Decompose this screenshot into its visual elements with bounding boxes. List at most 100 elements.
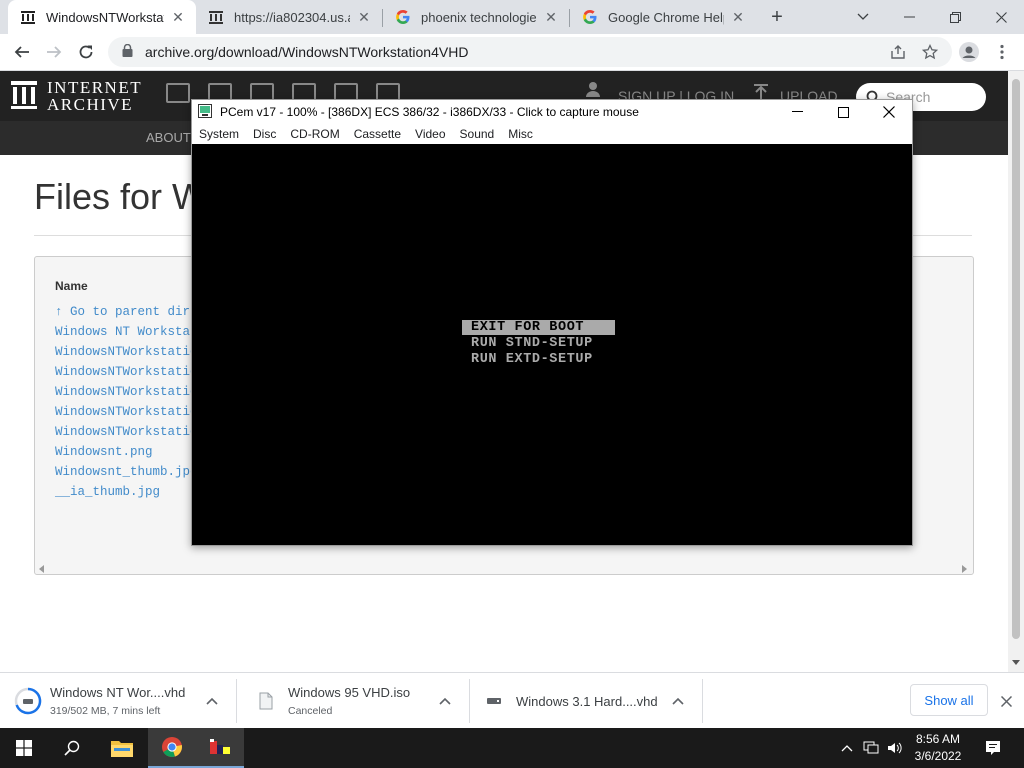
download-item-windows-31[interactable]: Windows 3.1 Hard....vhd bbox=[480, 673, 658, 729]
browser-tab-strip: WindowsNTWorkstatio ✕ https://ia802304.u… bbox=[0, 0, 1024, 34]
file-link[interactable]: WindowsNTWorkstatio bbox=[55, 343, 198, 363]
tab-ia802304[interactable]: https://ia802304.us.arc ✕ bbox=[196, 0, 382, 34]
scroll-left-icon[interactable] bbox=[39, 561, 45, 576]
web-nav-icon[interactable] bbox=[166, 83, 190, 103]
close-shelf-icon[interactable] bbox=[996, 691, 1016, 711]
tab-windowsnt-workstation[interactable]: WindowsNTWorkstatio ✕ bbox=[8, 0, 196, 34]
restore-icon[interactable] bbox=[932, 0, 978, 34]
chevron-up-icon[interactable] bbox=[437, 693, 453, 709]
download-progress-icon bbox=[14, 687, 42, 715]
download-separator bbox=[702, 679, 703, 723]
lock-icon bbox=[122, 43, 133, 60]
pcem-window-title: PCem v17 - 100% - [386DX] ECS 386/32 - i… bbox=[220, 105, 639, 119]
volume-icon[interactable] bbox=[886, 739, 904, 757]
new-tab-button[interactable]: + bbox=[762, 0, 792, 34]
boot-option-run-stnd-setup[interactable]: RUN STND-SETUP bbox=[462, 336, 615, 351]
column-header-name[interactable]: Name bbox=[55, 279, 88, 293]
menu-misc[interactable]: Misc bbox=[501, 127, 540, 141]
file-link[interactable]: WindowsNTWorkstatio bbox=[55, 423, 198, 443]
download-item-windows-95[interactable]: Windows 95 VHD.iso Canceled bbox=[252, 673, 410, 729]
pcem-app-icon bbox=[198, 103, 212, 121]
emulator-screen[interactable]: EXIT FOR BOOT RUN STND-SETUP RUN EXTD-SE… bbox=[192, 144, 912, 545]
bookmark-star-icon[interactable] bbox=[916, 38, 944, 66]
download-filename: Windows NT Wor....vhd bbox=[50, 685, 186, 700]
back-icon[interactable] bbox=[8, 38, 36, 66]
tab-close-icon[interactable]: ✕ bbox=[170, 9, 186, 25]
clock-time: 8:56 AM bbox=[915, 732, 961, 746]
menu-system[interactable]: System bbox=[192, 127, 246, 141]
share-icon[interactable] bbox=[884, 38, 912, 66]
tab-title: phoenix technologies l bbox=[421, 9, 537, 25]
network-icon[interactable] bbox=[862, 739, 880, 757]
pcem-close-icon[interactable] bbox=[866, 100, 912, 124]
about-link[interactable]: ABOUT bbox=[146, 130, 191, 145]
tab-phoenix-technologies[interactable]: phoenix technologies l ✕ bbox=[383, 0, 569, 34]
file-link[interactable]: Windowsnt.png bbox=[55, 443, 198, 463]
file-link[interactable]: WindowsNTWorkstatio bbox=[55, 383, 198, 403]
search-icon[interactable] bbox=[48, 728, 96, 768]
tab-close-icon[interactable]: ✕ bbox=[543, 9, 559, 25]
system-clock[interactable]: 8:56 AM 3/6/2022 bbox=[905, 731, 971, 765]
horizontal-scrollbar[interactable] bbox=[35, 558, 973, 574]
file-link[interactable]: WindowsNTWorkstatio bbox=[55, 403, 198, 423]
clock-date: 3/6/2022 bbox=[914, 749, 962, 763]
file-link[interactable]: __ia_thumb.jpg bbox=[55, 483, 198, 503]
profile-avatar-icon[interactable] bbox=[955, 38, 983, 66]
file-link[interactable]: Windowsnt_thumb.jpg bbox=[55, 463, 198, 483]
boot-option-run-extd-setup[interactable]: RUN EXTD-SETUP bbox=[462, 352, 615, 367]
chevron-up-icon[interactable] bbox=[670, 693, 686, 709]
tray-chevron-up-icon[interactable] bbox=[838, 739, 856, 757]
file-link[interactable]: Windows NT Workstat bbox=[55, 323, 198, 343]
address-bar[interactable]: archive.org/download/WindowsNTWorkstatio… bbox=[108, 37, 952, 67]
show-all-button[interactable]: Show all bbox=[910, 684, 988, 716]
download-filename: Windows 95 VHD.iso bbox=[288, 685, 411, 700]
tab-title: Google Chrome Help bbox=[608, 9, 724, 25]
parent-dir-link[interactable]: ↑ Go to parent dir bbox=[55, 303, 198, 323]
menu-video[interactable]: Video bbox=[408, 127, 452, 141]
minimize-icon[interactable] bbox=[886, 0, 932, 34]
ia-logo-text[interactable]: INTERNET ARCHIVE bbox=[47, 79, 142, 113]
tab-title: WindowsNTWorkstatio bbox=[46, 9, 164, 25]
download-separator bbox=[236, 679, 237, 723]
file-list: ↑ Go to parent dir Windows NT Workstat W… bbox=[55, 303, 198, 503]
menu-cassette[interactable]: Cassette bbox=[347, 127, 408, 141]
pcem-window[interactable]: PCem v17 - 100% - [386DX] ECS 386/32 - i… bbox=[191, 99, 913, 546]
scroll-down-icon[interactable] bbox=[1012, 654, 1020, 669]
menu-disc[interactable]: Disc bbox=[246, 127, 283, 141]
tab-title: https://ia802304.us.arc bbox=[234, 9, 350, 25]
scrollbar-thumb[interactable] bbox=[1012, 79, 1020, 639]
tab-close-icon[interactable]: ✕ bbox=[356, 9, 372, 25]
google-icon bbox=[582, 9, 598, 25]
forward-icon[interactable] bbox=[40, 38, 68, 66]
download-shelf: Windows NT Wor....vhd 319/502 MB, 7 mins… bbox=[0, 672, 1024, 728]
download-item-windows-nt[interactable]: Windows NT Wor....vhd 319/502 MB, 7 mins… bbox=[14, 673, 185, 729]
pcem-menubar: System Disc CD-ROM Cassette Video Sound … bbox=[192, 124, 912, 144]
browser-toolbar: archive.org/download/WindowsNTWorkstatio… bbox=[0, 34, 1024, 71]
chrome-taskbar-icon[interactable] bbox=[148, 728, 196, 768]
pcem-minimize-icon[interactable] bbox=[774, 100, 820, 124]
tab-search-icon[interactable] bbox=[840, 0, 886, 34]
reload-icon[interactable] bbox=[72, 38, 100, 66]
boot-option-exit-for-boot[interactable]: EXIT FOR BOOT bbox=[462, 320, 615, 335]
tab-chrome-help[interactable]: Google Chrome Help ✕ bbox=[570, 0, 756, 34]
pcem-maximize-icon[interactable] bbox=[820, 100, 866, 124]
download-status: 319/502 MB, 7 mins left bbox=[50, 705, 161, 717]
file-link[interactable]: WindowsNTWorkstatio bbox=[55, 363, 198, 383]
page-vertical-scrollbar[interactable] bbox=[1008, 71, 1024, 672]
file-explorer-icon[interactable] bbox=[98, 728, 146, 768]
notifications-icon[interactable] bbox=[984, 739, 1002, 757]
logo-line-internet: INTERNET bbox=[47, 78, 143, 97]
pcem-taskbar-icon[interactable] bbox=[196, 728, 244, 768]
download-filename: Windows 3.1 Hard....vhd bbox=[516, 693, 658, 709]
menu-cd-rom[interactable]: CD-ROM bbox=[283, 127, 346, 141]
chrome-menu-icon[interactable] bbox=[988, 38, 1016, 66]
menu-sound[interactable]: Sound bbox=[453, 127, 502, 141]
user-icon bbox=[586, 81, 600, 100]
chevron-up-icon[interactable] bbox=[204, 693, 220, 709]
scroll-right-icon[interactable] bbox=[961, 561, 967, 576]
page-title: Files for W bbox=[34, 176, 207, 217]
close-window-icon[interactable] bbox=[978, 0, 1024, 34]
windows-start-icon[interactable] bbox=[0, 728, 48, 768]
tab-close-icon[interactable]: ✕ bbox=[730, 9, 746, 25]
ia-logo-icon[interactable] bbox=[10, 80, 38, 113]
